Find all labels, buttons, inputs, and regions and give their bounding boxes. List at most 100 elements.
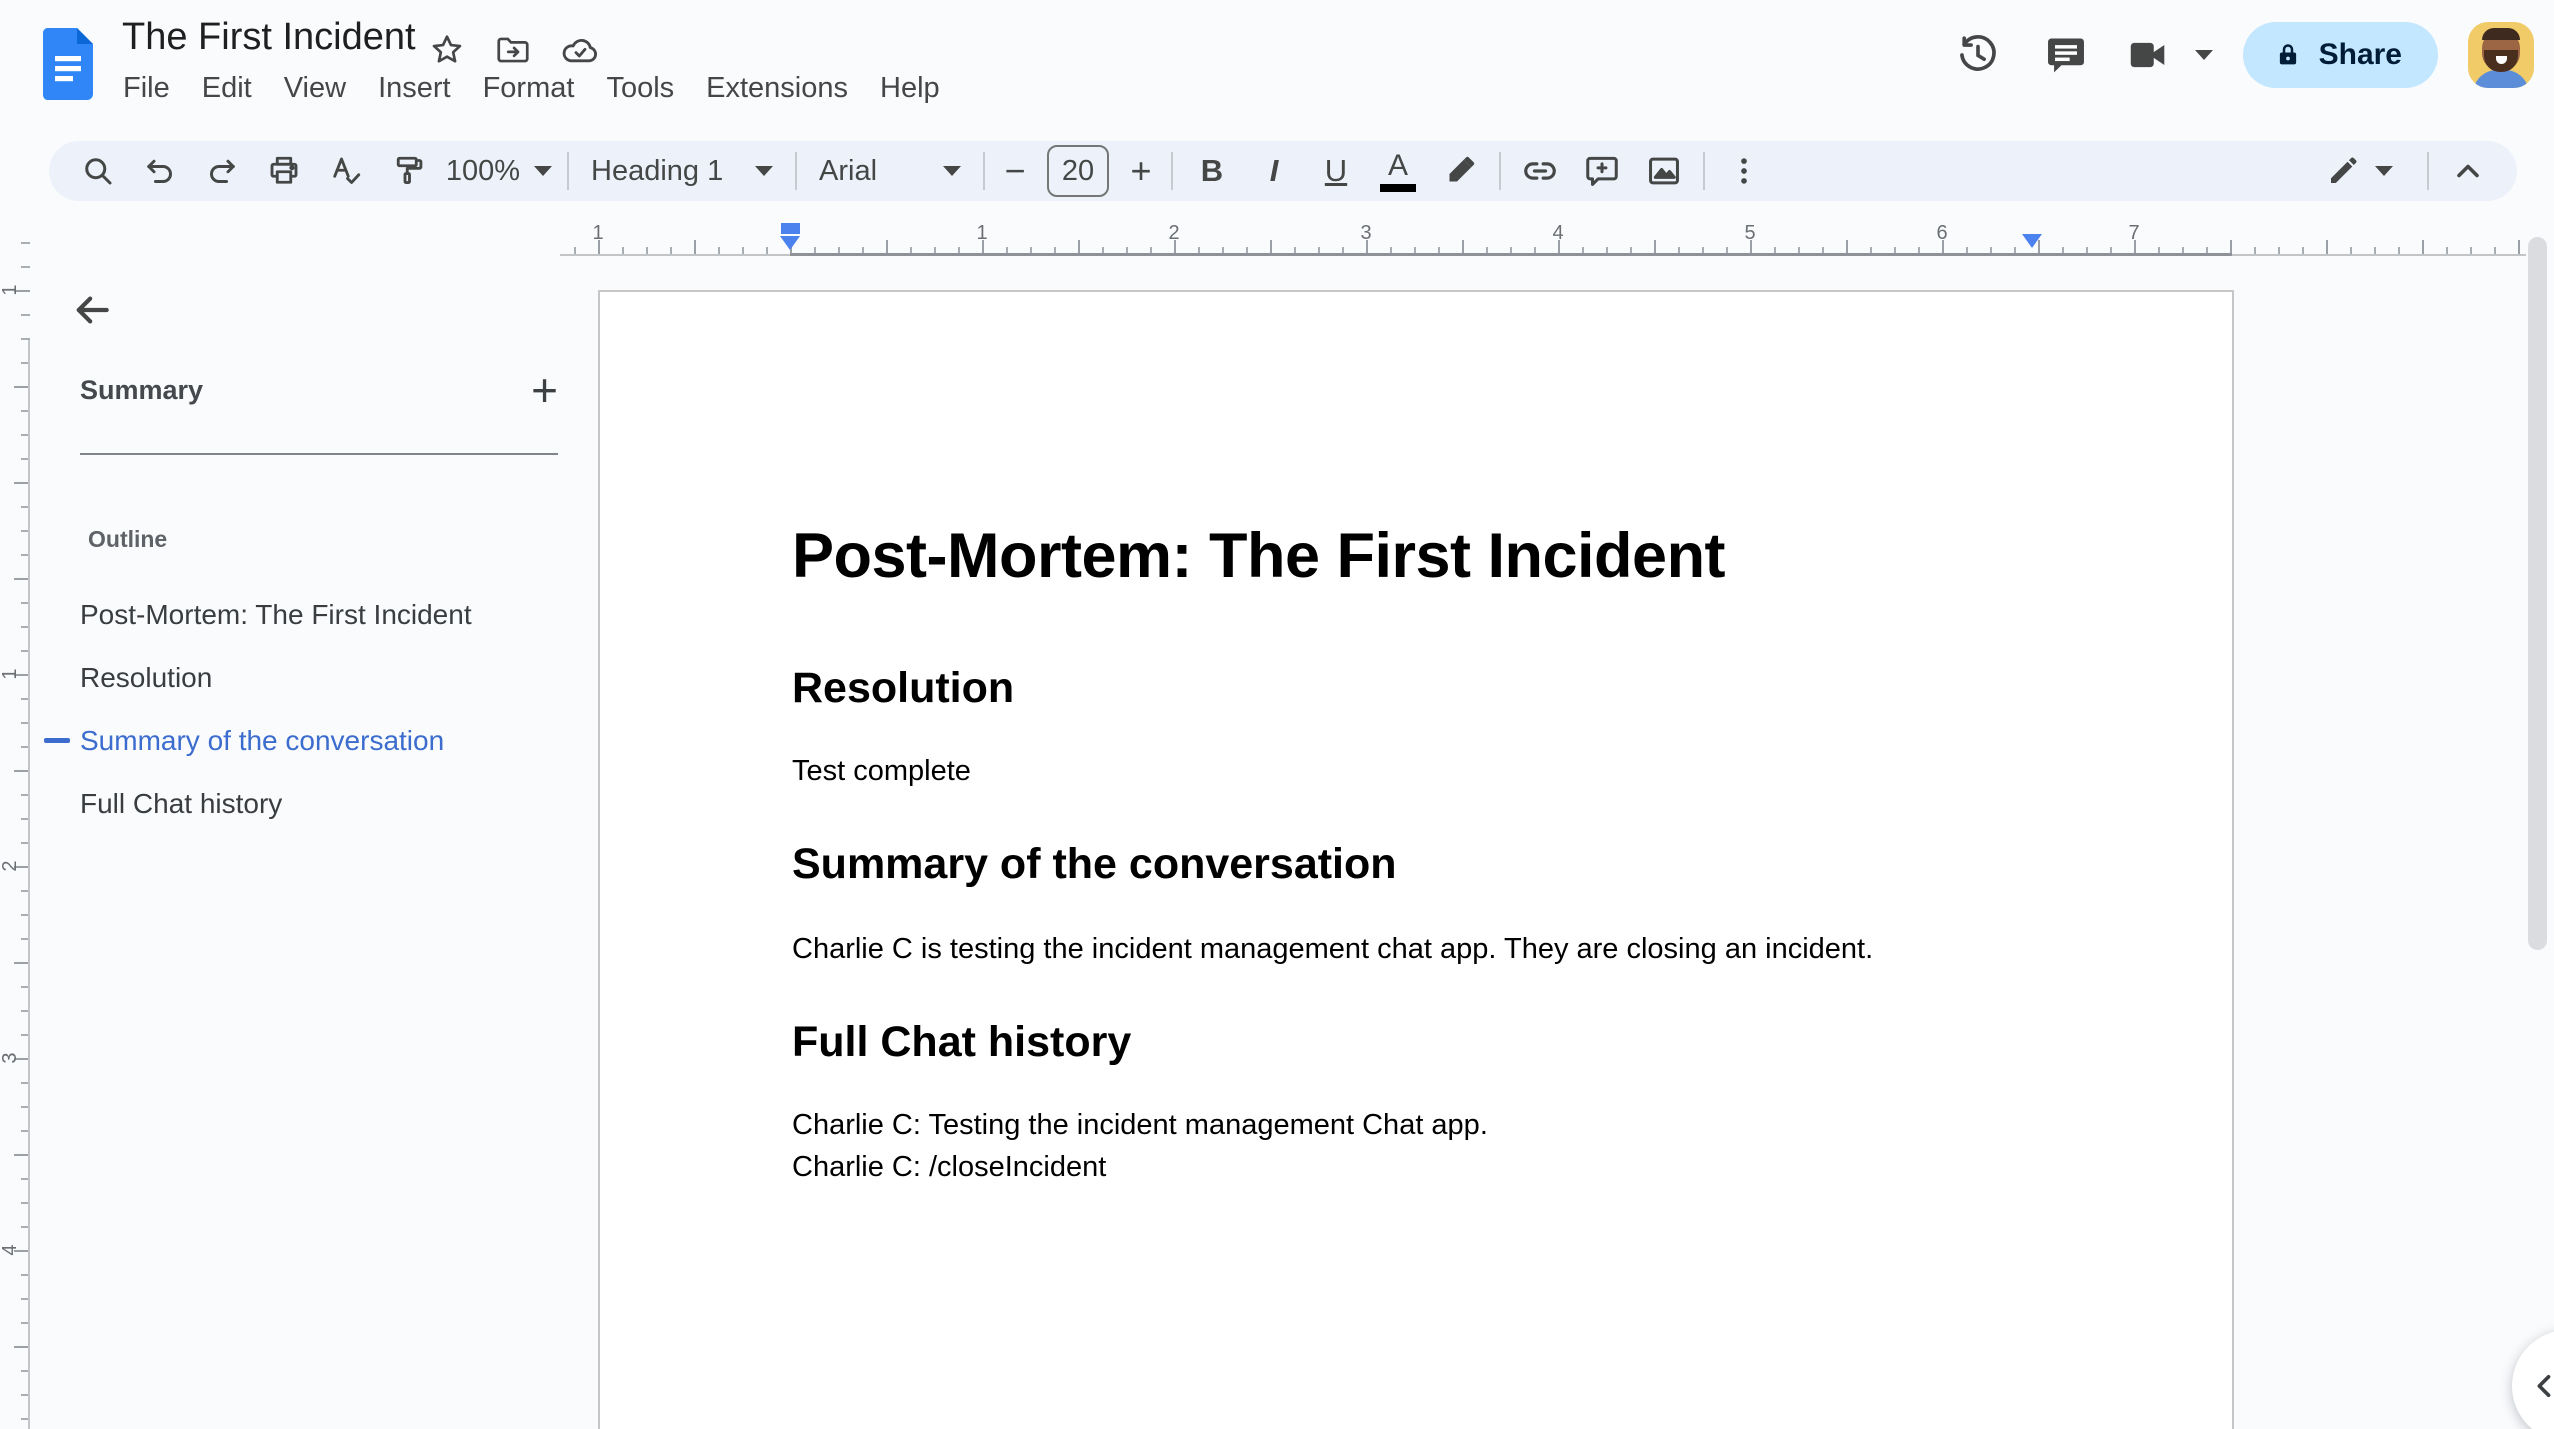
video-call-icon[interactable] xyxy=(2125,32,2171,78)
summary-label: Summary xyxy=(80,374,204,405)
doc-heading-resolution[interactable]: Resolution xyxy=(792,664,1014,713)
document-title[interactable]: The First Incident xyxy=(122,16,416,59)
outline-label: Outline xyxy=(88,526,168,552)
formatting-toolbar: 100% Heading 1 Arial − 20 + B I U A xyxy=(49,141,2517,201)
text-color-swatch xyxy=(1380,183,1416,192)
zoom-caret-icon xyxy=(534,166,553,176)
toolbar-divider xyxy=(1499,152,1501,190)
summary-divider xyxy=(80,453,558,455)
toolbar-divider xyxy=(1171,152,1173,190)
search-menus-icon[interactable] xyxy=(67,146,129,196)
doc-heading-full-chat[interactable]: Full Chat history xyxy=(792,1018,1131,1067)
pencil-edit-icon xyxy=(2331,157,2357,183)
outline-item-summary-of-conversation[interactable]: Summary of the conversation xyxy=(44,709,558,772)
outline-list: Post-Mortem: The First Incident Resoluti… xyxy=(44,583,558,835)
lock-icon xyxy=(2279,44,2296,65)
more-options-icon[interactable] xyxy=(1713,146,1775,196)
doc-paragraph[interactable]: Test complete xyxy=(792,750,971,792)
doc-heading-summary[interactable]: Summary of the conversation xyxy=(792,840,1397,889)
account-avatar[interactable] xyxy=(2468,22,2534,88)
ruler-number: 1 xyxy=(592,222,604,244)
menu-view[interactable]: View xyxy=(268,66,362,111)
version-history-icon[interactable] xyxy=(1949,26,2007,84)
outline-item-label: Resolution xyxy=(80,661,213,693)
close-outline-back-icon[interactable] xyxy=(60,278,124,342)
ruler-number: 4 xyxy=(1552,222,1564,244)
italic-button[interactable]: I xyxy=(1243,146,1305,196)
menu-extensions[interactable]: Extensions xyxy=(690,66,864,111)
ruler-number: 1 xyxy=(0,668,21,680)
menu-bar: File Edit View Insert Format Tools Exten… xyxy=(107,66,956,111)
text-color-button[interactable]: A xyxy=(1367,146,1429,196)
insert-link-icon[interactable] xyxy=(1509,146,1571,196)
decrease-font-size-button[interactable]: − xyxy=(993,146,1037,196)
hide-menus-icon[interactable] xyxy=(2437,146,2499,196)
horizontal-ruler[interactable]: 1 1 2 3 4 5 6 7 xyxy=(560,222,2526,256)
font-caret-icon xyxy=(943,166,961,176)
outline-item-full-chat-history[interactable]: Full Chat history xyxy=(44,772,558,835)
print-icon[interactable] xyxy=(253,146,315,196)
spell-check-icon[interactable] xyxy=(315,146,377,196)
vertical-ruler[interactable]: 1 1 2 3 4 xyxy=(0,222,30,1429)
move-to-folder-icon[interactable] xyxy=(494,31,532,69)
paint-format-icon[interactable] xyxy=(377,146,439,196)
outline-item-label: Summary of the conversation xyxy=(80,724,445,756)
paragraph-style-select[interactable]: Heading 1 xyxy=(577,146,787,196)
ruler-number: 2 xyxy=(1168,222,1180,244)
ruler-number: 2 xyxy=(0,860,21,872)
document-page[interactable]: Post-Mortem: The First Incident Resoluti… xyxy=(598,290,2234,1429)
cloud-saved-icon[interactable] xyxy=(560,30,600,70)
redo-icon[interactable] xyxy=(191,146,253,196)
outline-item-label: Full Chat history xyxy=(80,787,283,819)
increase-font-size-button[interactable]: + xyxy=(1119,146,1163,196)
show-side-panel-button[interactable] xyxy=(2512,1330,2554,1429)
doc-paragraph[interactable]: Charlie C is testing the incident manage… xyxy=(792,928,1873,970)
menu-tools[interactable]: Tools xyxy=(590,66,690,111)
ruler-number: 3 xyxy=(0,1052,21,1064)
share-button[interactable]: Share xyxy=(2242,22,2438,88)
paragraph-style-value: Heading 1 xyxy=(591,154,724,187)
doc-heading-title[interactable]: Post-Mortem: The First Incident xyxy=(792,520,1726,592)
toolbar-divider xyxy=(795,152,797,190)
ruler-number: 4 xyxy=(0,1244,21,1256)
menu-help[interactable]: Help xyxy=(864,66,956,111)
undo-icon[interactable] xyxy=(129,146,191,196)
text-color-letter: A xyxy=(1387,148,1408,182)
google-docs-logo-icon[interactable] xyxy=(41,28,95,100)
vertical-scrollbar[interactable] xyxy=(2528,237,2547,950)
star-icon[interactable] xyxy=(428,31,466,69)
doc-paragraph[interactable]: Charlie C: /closeIncident xyxy=(792,1146,1106,1188)
zoom-select[interactable]: 100% xyxy=(439,146,559,196)
chevron-left-icon xyxy=(2537,1374,2551,1398)
menu-insert[interactable]: Insert xyxy=(362,66,467,111)
right-indent-marker[interactable] xyxy=(2022,234,2042,248)
highlight-color-icon[interactable] xyxy=(1429,146,1491,196)
add-comment-icon[interactable] xyxy=(1571,146,1633,196)
first-line-indent-marker[interactable] xyxy=(780,236,800,250)
insert-image-icon[interactable] xyxy=(1633,146,1695,196)
font-family-select[interactable]: Arial xyxy=(805,146,975,196)
ruler-number: 3 xyxy=(1360,222,1372,244)
toolbar-divider xyxy=(983,152,985,190)
ruler-number: 1 xyxy=(0,284,21,296)
menu-file[interactable]: File xyxy=(107,66,186,111)
ruler-number: 6 xyxy=(1936,222,1948,244)
summary-header: Summary + xyxy=(80,367,558,413)
ruler-number: 5 xyxy=(1744,222,1756,244)
bold-button[interactable]: B xyxy=(1181,146,1243,196)
left-indent-marker[interactable] xyxy=(781,223,800,234)
ruler-number: 1 xyxy=(976,222,988,244)
font-size-input[interactable]: 20 xyxy=(1047,145,1109,197)
editing-mode-select[interactable] xyxy=(2299,146,2419,196)
join-call-control[interactable] xyxy=(2125,32,2213,78)
doc-paragraph[interactable]: Charlie C: Testing the incident manageme… xyxy=(792,1104,1488,1146)
comments-icon[interactable] xyxy=(2037,26,2095,84)
underline-button[interactable]: U xyxy=(1305,146,1367,196)
menu-format[interactable]: Format xyxy=(467,66,591,111)
add-summary-button[interactable]: + xyxy=(531,367,558,413)
video-call-options-caret-icon[interactable] xyxy=(2194,50,2213,60)
outline-item-resolution[interactable]: Resolution xyxy=(44,646,558,709)
menu-edit[interactable]: Edit xyxy=(186,66,268,111)
ruler-number: 7 xyxy=(2128,222,2140,244)
outline-item-post-mortem[interactable]: Post-Mortem: The First Incident xyxy=(44,583,558,646)
